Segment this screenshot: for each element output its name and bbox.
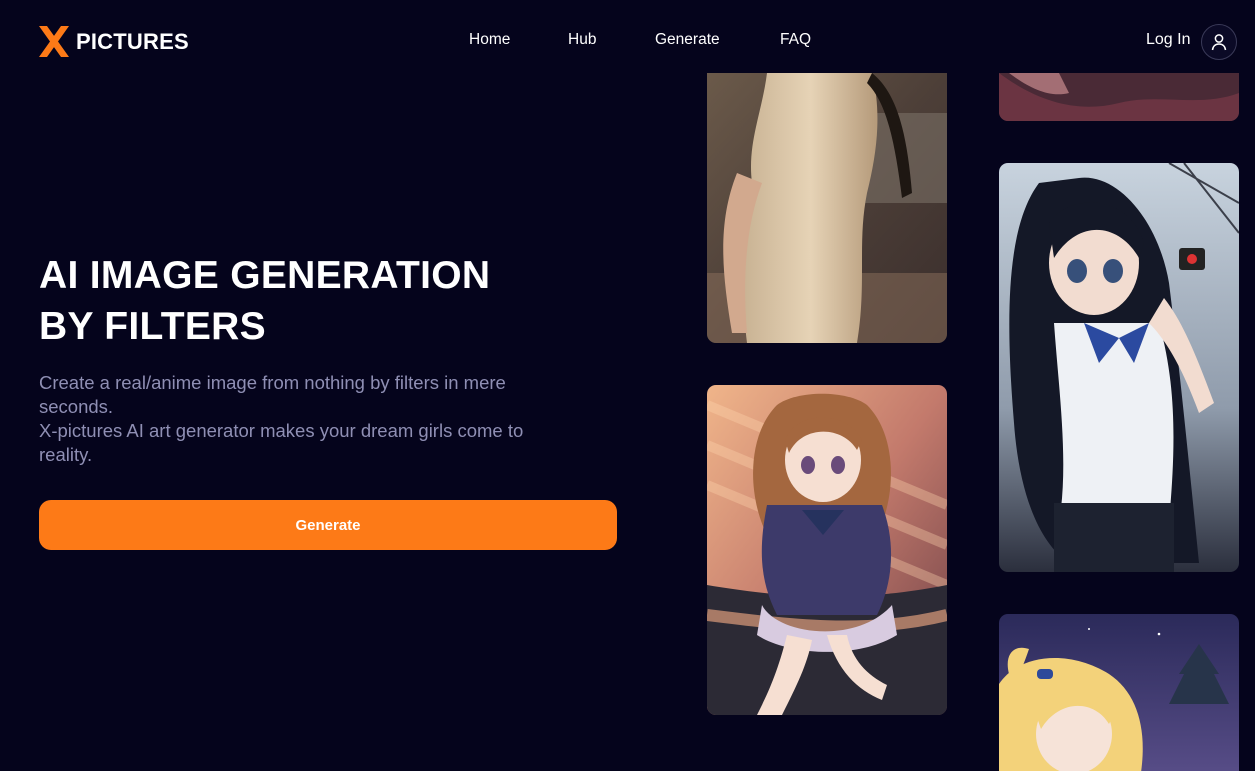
schoolgirl-dark-hair-image xyxy=(999,163,1239,572)
gallery-card-sailor-uniform[interactable] xyxy=(707,385,947,715)
generate-button[interactable]: Generate xyxy=(39,500,617,550)
gallery-card-lace-dress[interactable] xyxy=(707,73,947,343)
nav-hub[interactable]: Hub xyxy=(568,31,596,49)
hero-desc-line: seconds. xyxy=(39,396,114,417)
hero-desc-line: Create a real/anime image from nothing b… xyxy=(39,372,506,393)
blonde-night-image xyxy=(999,614,1239,771)
nav-generate[interactable]: Generate xyxy=(655,31,720,49)
gallery-card-blonde-night[interactable] xyxy=(999,614,1239,771)
page: PICTURES Home Hub Generate FAQ Log In AI… xyxy=(0,0,1255,771)
hero-title-line: AI IMAGE GENERATION xyxy=(39,254,491,297)
hero-desc-line: reality. xyxy=(39,444,93,465)
sailor-uniform-image xyxy=(707,385,947,715)
gallery-card-schoolgirl-dark-hair[interactable] xyxy=(999,163,1239,572)
user-icon xyxy=(1211,34,1227,51)
hero-desc-line: X-pictures AI art generator makes your d… xyxy=(39,420,524,441)
nav-home[interactable]: Home xyxy=(469,31,510,49)
hero-title-line: BY FILTERS xyxy=(39,305,266,348)
main-nav: Home Hub Generate FAQ xyxy=(0,31,1255,53)
login-link[interactable]: Log In xyxy=(1146,31,1190,49)
hero-description: Create a real/anime image from nothing b… xyxy=(39,371,619,467)
account-button[interactable] xyxy=(1201,24,1237,60)
nav-faq[interactable]: FAQ xyxy=(780,31,811,49)
header: PICTURES Home Hub Generate FAQ Log In xyxy=(0,0,1255,84)
hero-title: AI IMAGE GENERATION BY FILTERS xyxy=(39,250,599,352)
lace-dress-image xyxy=(707,73,947,343)
